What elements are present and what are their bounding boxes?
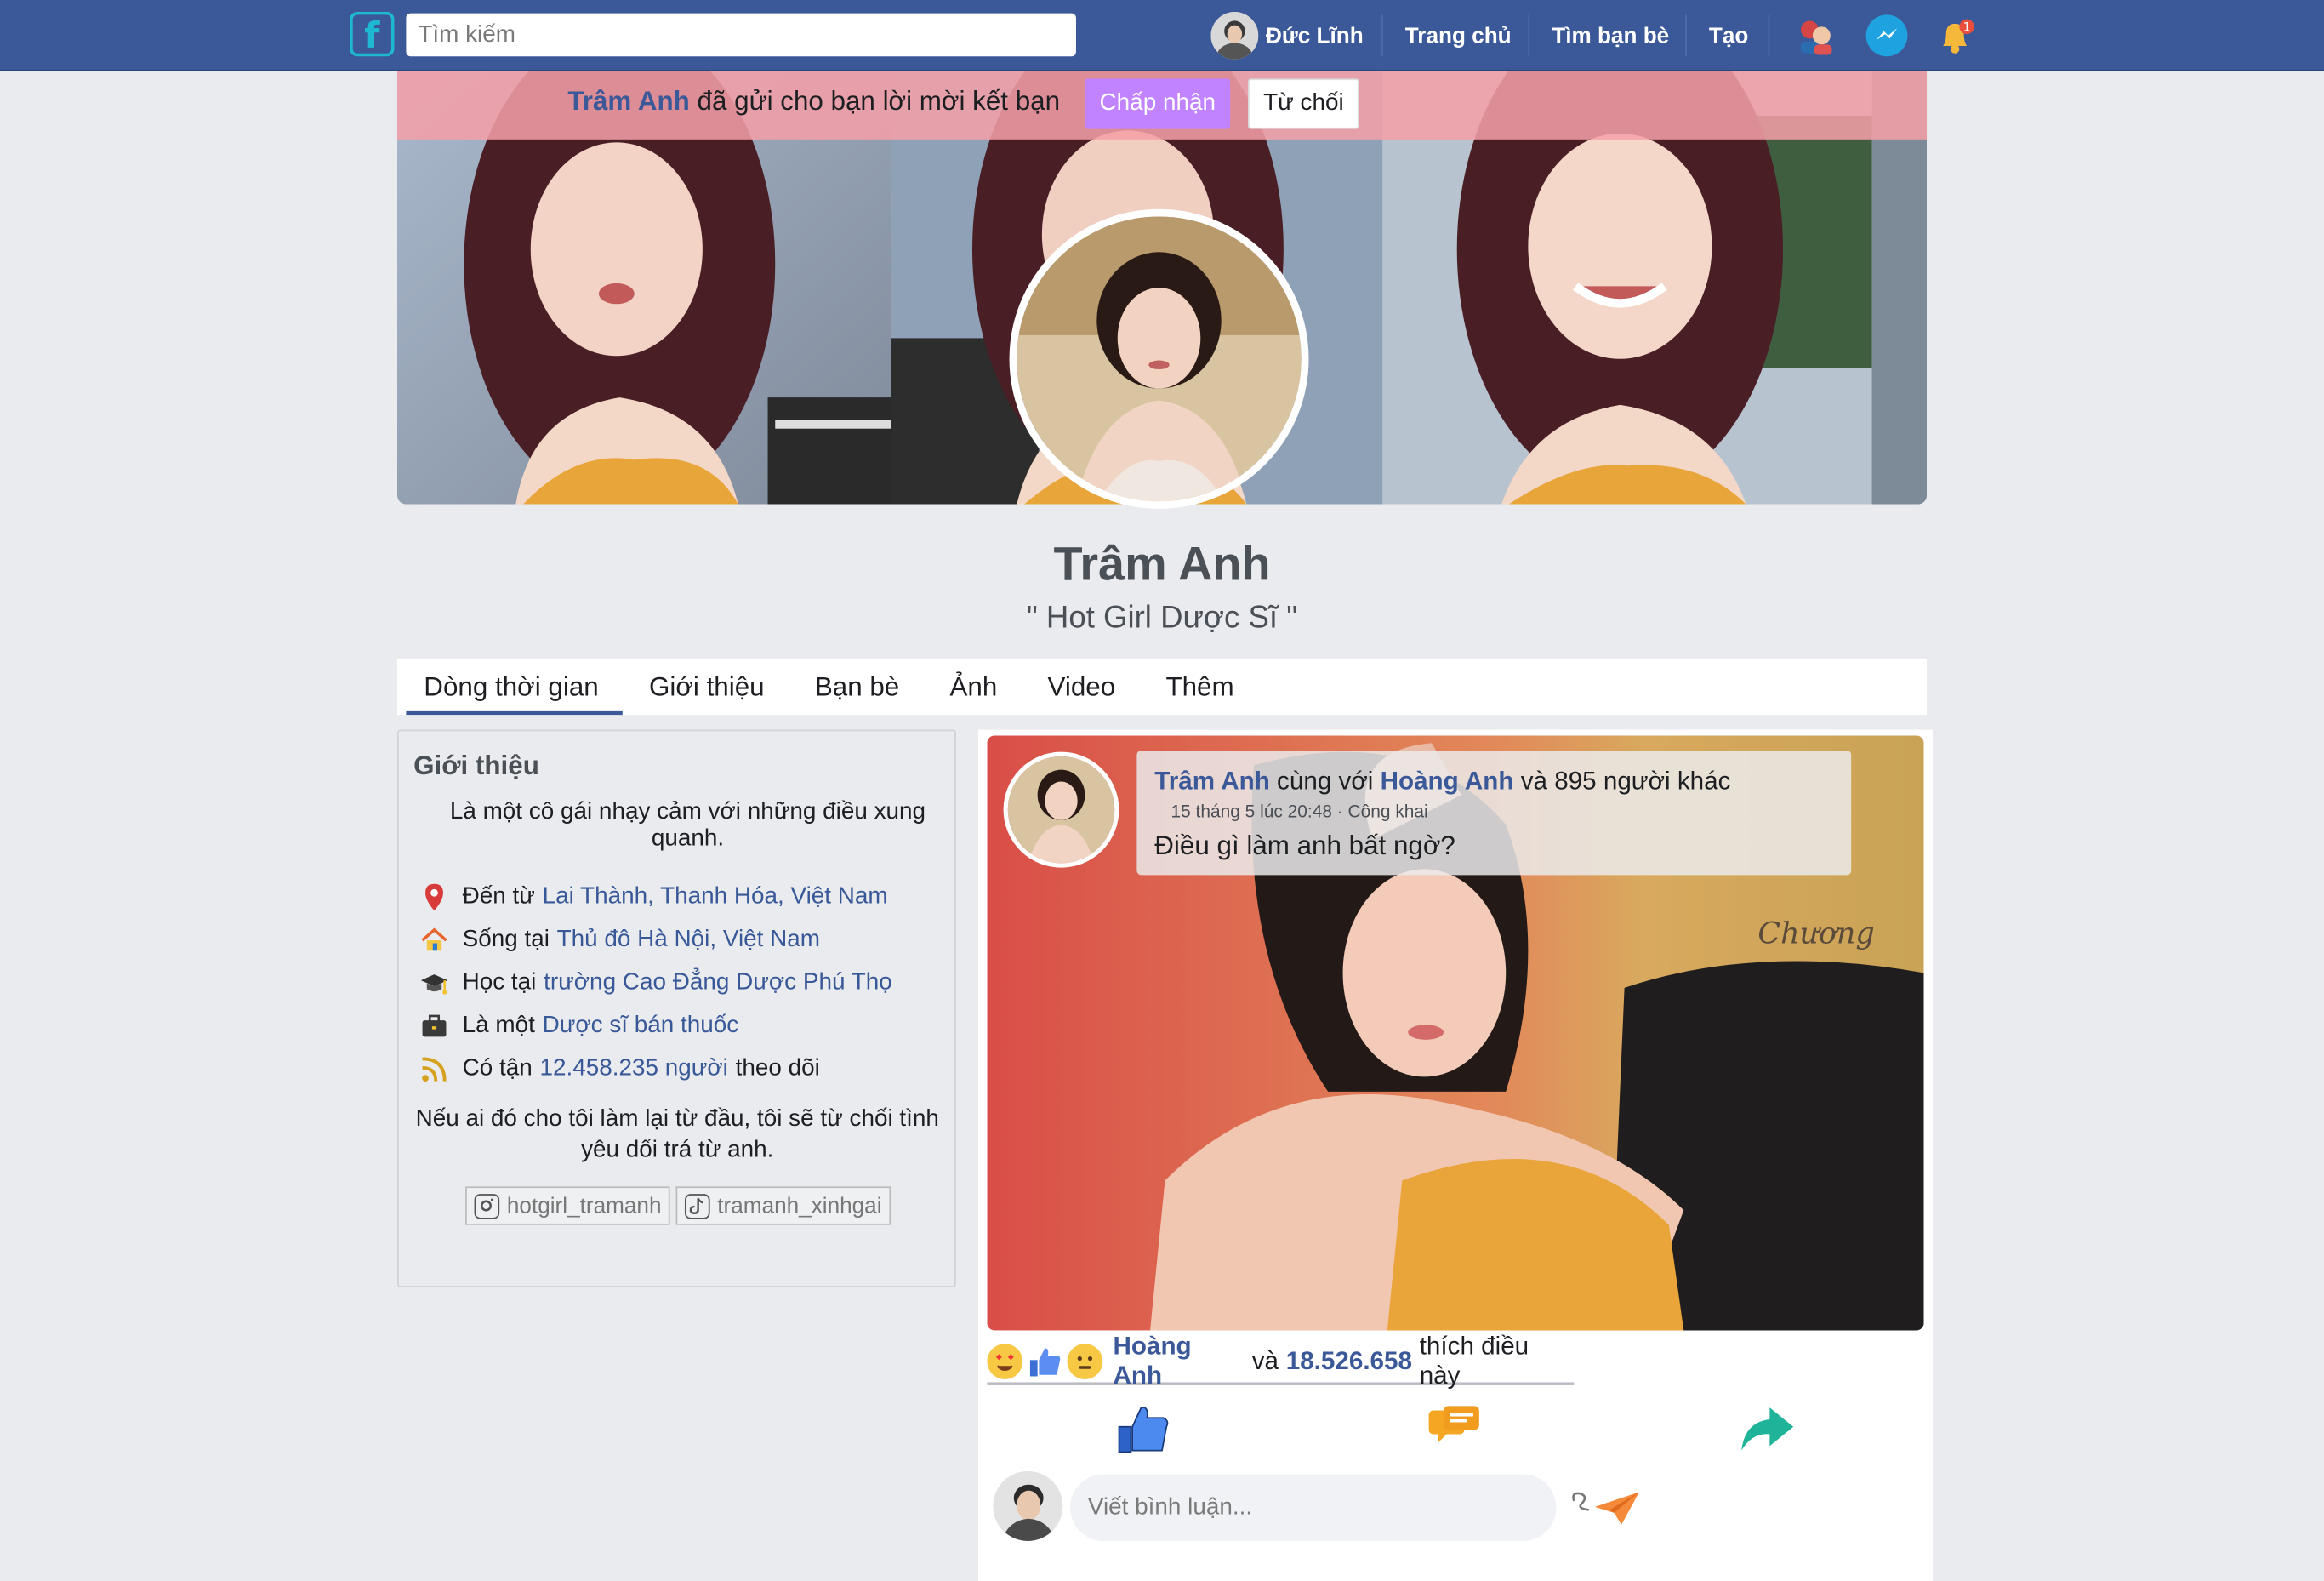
search-input[interactable] bbox=[406, 13, 1076, 57]
location-pin-icon bbox=[419, 882, 449, 912]
intro-item-link[interactable]: Dược sĩ bán thuốc bbox=[543, 1013, 739, 1039]
intro-item-suffix: theo dõi bbox=[735, 1055, 820, 1082]
post-author-name[interactable]: Trâm Anh bbox=[1154, 767, 1270, 795]
post-tagged-name[interactable]: Hoàng Anh bbox=[1381, 767, 1514, 795]
intro-item-label: Có tận bbox=[462, 1055, 533, 1082]
nav-find-friends[interactable]: Tìm bạn bè bbox=[1552, 0, 1669, 71]
post-with-text: cùng với bbox=[1277, 767, 1374, 796]
share-arrow-icon bbox=[1741, 1407, 1794, 1451]
intro-item-label: Đến từ bbox=[462, 883, 535, 910]
intro-quote: Nếu ai đó cho tôi làm lại từ đầu, tôi sẽ… bbox=[415, 1106, 939, 1163]
tiktok-handle: tramanh_xinhgai bbox=[717, 1193, 882, 1219]
tab-friends[interactable]: Bạn bè bbox=[815, 671, 899, 703]
profile-name: Trâm Anh bbox=[1053, 536, 1271, 591]
tab-video[interactable]: Video bbox=[1048, 671, 1116, 703]
intro-item-followers: Có tận 12.458.235 người theo dõi bbox=[419, 1052, 820, 1087]
intro-item-hometown: Đến từ Lai Thành, Thanh Hóa, Việt Nam bbox=[419, 880, 888, 916]
intro-item-link[interactable]: Lai Thành, Thanh Hóa, Việt Nam bbox=[543, 884, 888, 910]
nav-separator bbox=[1768, 14, 1770, 57]
intro-item-education: Học tại trường Cao Đẳng Dược Phú Thọ bbox=[419, 966, 892, 1002]
post-image-signature: Chương bbox=[1757, 917, 1874, 951]
friend-request-message: đã gửi cho bạn lời mời kết bạn bbox=[697, 86, 1061, 116]
intro-item-label: Là một bbox=[462, 1013, 535, 1039]
intro-item-link[interactable]: trường Cao Đẳng Dược Phú Thọ bbox=[544, 970, 892, 996]
intro-item-label: Sống tại bbox=[462, 927, 550, 952]
profile-bio: " Hot Girl Dược Sĩ " bbox=[1026, 600, 1298, 635]
instagram-handle: hotgirl_tramanh bbox=[506, 1193, 662, 1219]
accept-request-button[interactable]: Chấp nhận bbox=[1085, 78, 1231, 129]
reaction-count[interactable]: 18.526.658 bbox=[1286, 1347, 1412, 1377]
nav-user-name[interactable]: Đức Lĩnh bbox=[1266, 0, 1364, 71]
notifications-bell-icon[interactable]: 1 bbox=[1934, 14, 1976, 56]
intro-item-lives-in: Sống tại Thủ đô Hà Nội, Việt Nam bbox=[419, 922, 820, 958]
send-comment-button[interactable] bbox=[1568, 1480, 1642, 1533]
post-others-text[interactable]: và 895 người khác bbox=[1521, 767, 1731, 795]
graduation-cap-icon bbox=[419, 968, 449, 998]
reaction-suffix: thích điều này bbox=[1419, 1332, 1529, 1390]
thumbs-up-icon bbox=[1118, 1407, 1169, 1453]
post-author-avatar[interactable] bbox=[1003, 751, 1119, 868]
post-reactions-summary[interactable]: Hoàng Anh và 18.526.658 thích điều này bbox=[987, 1332, 1575, 1390]
intro-title: Giới thiệu bbox=[413, 750, 539, 780]
intro-item-link[interactable]: Thủ đô Hà Nội, Việt Nam bbox=[557, 927, 820, 953]
reaction-name[interactable]: Hoàng Anh bbox=[1114, 1332, 1245, 1391]
intro-item-link[interactable]: 12.458.235 người bbox=[539, 1056, 727, 1082]
profile-tabs: Dòng thời gian Giới thiệu Bạn bè Ảnh Vid… bbox=[396, 658, 1928, 716]
house-icon bbox=[419, 926, 449, 956]
nav-home[interactable]: Trang chủ bbox=[1405, 0, 1512, 71]
tab-about[interactable]: Giới thiệu bbox=[649, 671, 765, 703]
tab-photos[interactable]: Ảnh bbox=[949, 671, 997, 703]
share-button[interactable] bbox=[1737, 1399, 1797, 1458]
profile-picture[interactable] bbox=[1009, 208, 1309, 509]
user-avatar-image bbox=[1210, 11, 1259, 60]
intro-item-label: Học tại bbox=[462, 969, 537, 996]
facebook-logo[interactable]: f bbox=[350, 11, 395, 57]
tab-more[interactable]: Thêm bbox=[1165, 671, 1233, 703]
nav-separator bbox=[1381, 14, 1383, 57]
nav-create[interactable]: Tạo bbox=[1709, 0, 1748, 71]
intro-item-job: Là một Dược sĩ bán thuốc bbox=[419, 1008, 738, 1044]
user-avatar[interactable] bbox=[1210, 11, 1259, 60]
tiktok-icon bbox=[684, 1193, 710, 1219]
tiktok-link[interactable]: tramanh_xinhgai bbox=[675, 1186, 891, 1225]
reaction-and: và bbox=[1251, 1346, 1279, 1375]
commenter-avatar[interactable] bbox=[993, 1471, 1063, 1541]
post-text: Điều gì làm anh bất ngờ? bbox=[1154, 830, 1455, 860]
svg-text:1: 1 bbox=[1963, 21, 1971, 35]
instagram-link[interactable]: hotgirl_tramanh bbox=[465, 1186, 670, 1225]
comment-button[interactable] bbox=[1426, 1399, 1485, 1458]
instagram-icon bbox=[474, 1193, 500, 1219]
nav-separator bbox=[1685, 14, 1687, 57]
friend-requests-icon[interactable] bbox=[1795, 14, 1837, 56]
thumbs-up-icon bbox=[1027, 1344, 1062, 1379]
nav-separator bbox=[1528, 14, 1530, 57]
heart-eyes-emoji-icon bbox=[987, 1344, 1023, 1379]
paper-plane-icon bbox=[1572, 1492, 1640, 1525]
rss-feed-icon bbox=[419, 1054, 449, 1084]
reject-request-button[interactable]: Từ chối bbox=[1248, 78, 1359, 129]
surprised-emoji-icon bbox=[1067, 1344, 1103, 1379]
post-title: Trâm Anh cùng với Hoàng Anh và 895 người… bbox=[1154, 767, 1730, 796]
tab-timeline[interactable]: Dòng thời gian bbox=[406, 671, 623, 715]
post-timestamp[interactable]: 15 tháng 5 lúc 20:48 · Công khai bbox=[1171, 801, 1427, 821]
friend-request-text: Trâm Anh đã gửi cho bạn lời mời kết bạn bbox=[567, 86, 1060, 117]
briefcase-icon bbox=[419, 1012, 449, 1042]
comment-input[interactable] bbox=[1069, 1474, 1557, 1541]
intro-description: Là một cô gái nhạy cảm với những điều xu… bbox=[449, 799, 926, 852]
messenger-icon[interactable] bbox=[1865, 14, 1908, 57]
comment-bubbles-icon bbox=[1428, 1406, 1479, 1443]
requester-name[interactable]: Trâm Anh bbox=[567, 86, 689, 116]
intro-card: Giới thiệu Là một cô gái nhạy cảm với nh… bbox=[396, 729, 956, 1287]
like-button[interactable] bbox=[1114, 1399, 1174, 1458]
